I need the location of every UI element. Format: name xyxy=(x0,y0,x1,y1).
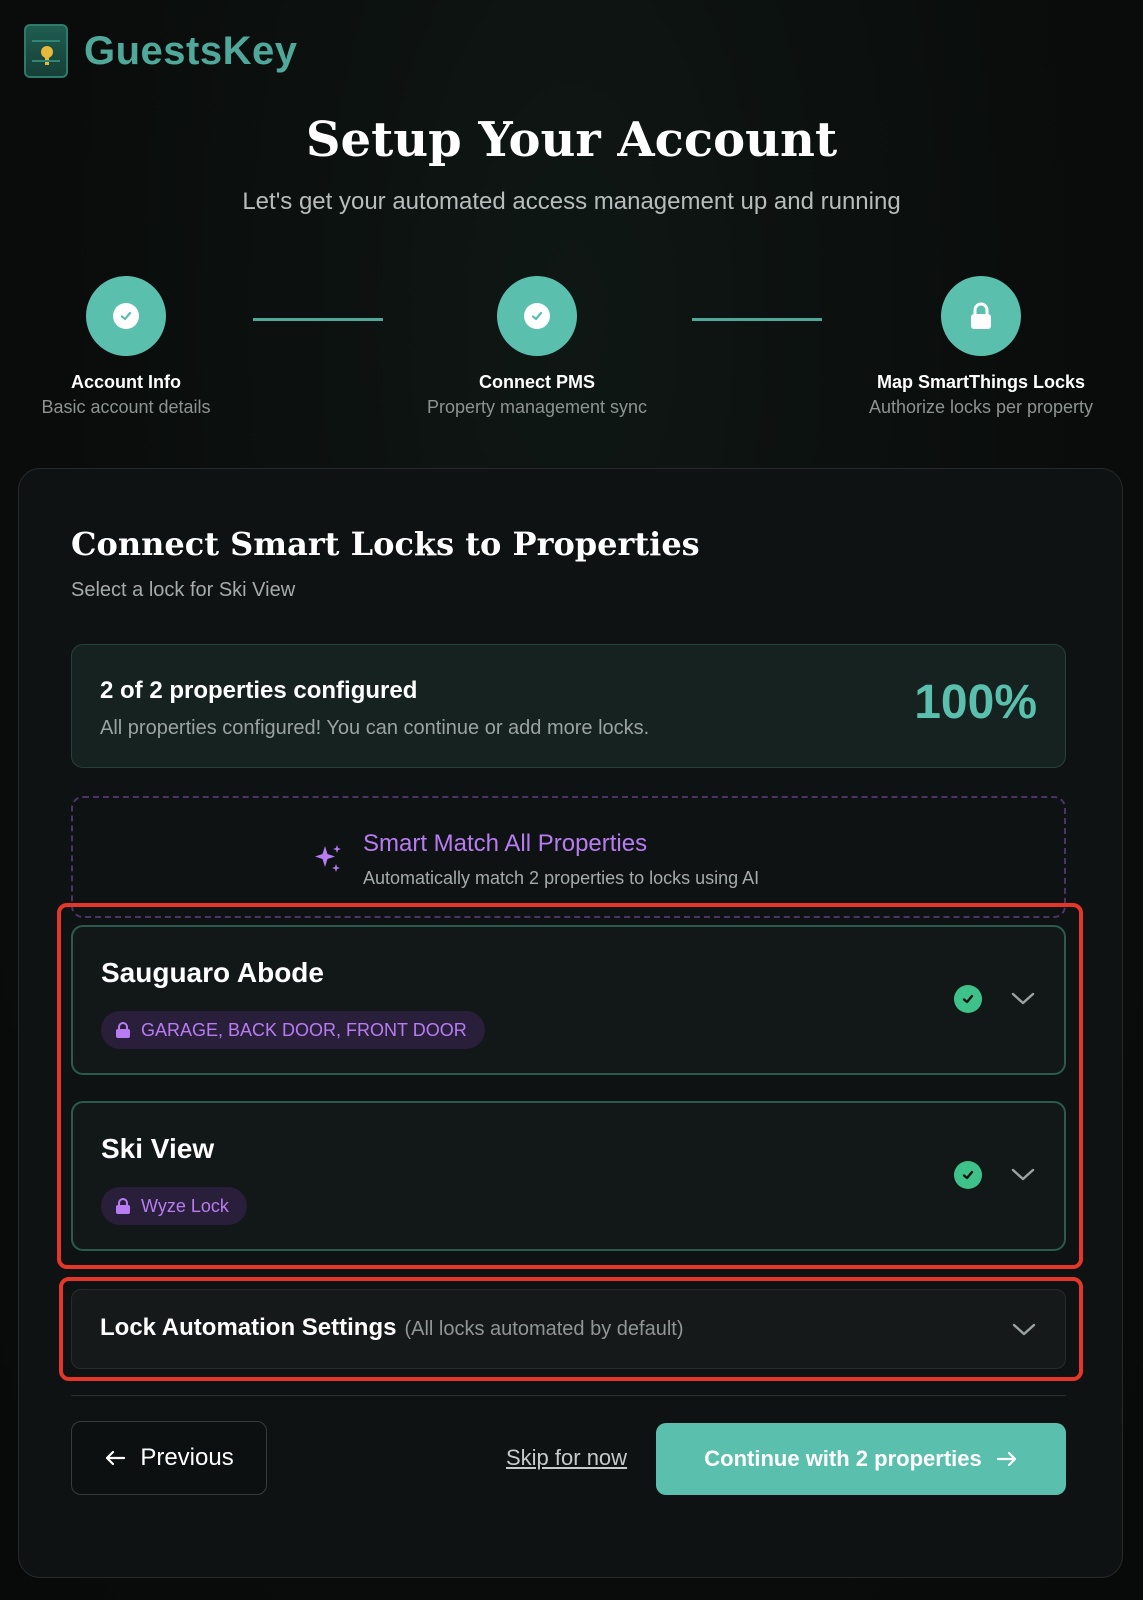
step-title: Account Info xyxy=(71,372,181,392)
lock-names: GARAGE, BACK DOOR, FRONT DOOR xyxy=(141,1019,467,1040)
brand-logo: GuestsKey xyxy=(24,24,297,78)
configured-check-icon xyxy=(954,1161,982,1189)
lock-icon xyxy=(115,1022,131,1038)
step-connect-pms: Connect PMS Property management sync xyxy=(397,276,677,418)
progress-title: 2 of 2 properties configured xyxy=(100,677,418,704)
step-circle xyxy=(497,276,577,356)
sparkle-icon xyxy=(315,845,341,872)
property-card-sauguaro-abode[interactable]: Sauguaro Abode GARAGE, BACK DOOR, FRONT … xyxy=(71,925,1066,1075)
property-name: Ski View xyxy=(101,1133,215,1164)
key-door-icon xyxy=(24,24,68,78)
lock-chip: Wyze Lock xyxy=(101,1187,247,1225)
chevron-down-icon[interactable] xyxy=(1010,991,1036,1007)
lock-chip: GARAGE, BACK DOOR, FRONT DOOR xyxy=(101,1011,485,1049)
progress-subtitle: All properties configured! You can conti… xyxy=(100,717,650,739)
check-icon xyxy=(524,303,550,329)
step-map-locks: Map SmartThings Locks Authorize locks pe… xyxy=(836,276,1126,418)
step-title: Connect PMS xyxy=(478,372,595,392)
lock-icon xyxy=(115,1198,131,1214)
continue-button[interactable]: Continue with 2 properties xyxy=(656,1423,1066,1495)
chevron-down-icon[interactable] xyxy=(1011,1322,1037,1338)
step-circle xyxy=(86,276,166,356)
automation-title: Lock Automation Settings (All locks autom… xyxy=(100,1314,683,1342)
step-connector xyxy=(253,318,383,321)
smart-match-title: Smart Match All Properties xyxy=(363,830,648,857)
setup-card: Connect Smart Locks to Properties Select… xyxy=(18,468,1123,1578)
smart-match-button[interactable]: Smart Match All Properties Automatically… xyxy=(71,796,1066,918)
step-account-info: Account Info Basic account details xyxy=(4,276,248,418)
chevron-down-icon[interactable] xyxy=(1010,1167,1036,1183)
step-title: Map SmartThings Locks xyxy=(876,372,1086,392)
card-title: Connect Smart Locks to Properties xyxy=(71,525,700,563)
arrow-left-icon xyxy=(106,1450,126,1466)
page-subtitle: Let's get your automated access manageme… xyxy=(242,188,901,215)
property-card-ski-view[interactable]: Ski View Wyze Lock xyxy=(71,1101,1066,1251)
previous-button[interactable]: Previous xyxy=(71,1421,267,1495)
brand-name: GuestsKey xyxy=(84,28,298,73)
step-subtitle: Basic account details xyxy=(41,397,211,417)
lock-automation-settings-toggle[interactable]: Lock Automation Settings (All locks autom… xyxy=(71,1289,1066,1369)
step-subtitle: Authorize locks per property xyxy=(868,397,1094,417)
lock-names: Wyze Lock xyxy=(141,1195,229,1216)
check-icon xyxy=(113,303,139,329)
configured-check-icon xyxy=(954,985,982,1013)
property-name: Sauguaro Abode xyxy=(101,957,324,988)
step-circle xyxy=(941,276,1021,356)
progress-percent: 100% xyxy=(914,676,1037,729)
skip-link[interactable]: Skip for now xyxy=(506,1445,627,1471)
automation-note: (All locks automated by default) xyxy=(404,1318,684,1340)
lock-icon xyxy=(971,302,991,329)
previous-label: Previous xyxy=(140,1444,234,1471)
arrow-right-icon xyxy=(996,1451,1016,1467)
smart-match-subtitle: Automatically match 2 properties to lock… xyxy=(363,868,760,888)
page-title: Setup Your Account xyxy=(305,112,838,168)
step-subtitle: Property management sync xyxy=(426,397,648,417)
progress-summary: 2 of 2 properties configured All propert… xyxy=(71,644,1066,768)
step-connector xyxy=(692,318,822,321)
card-subtitle: Select a lock for Ski View xyxy=(71,579,296,601)
automation-title-text: Lock Automation Settings xyxy=(100,1314,397,1341)
continue-label: Continue with 2 properties xyxy=(704,1446,982,1471)
footer-divider xyxy=(71,1395,1066,1396)
